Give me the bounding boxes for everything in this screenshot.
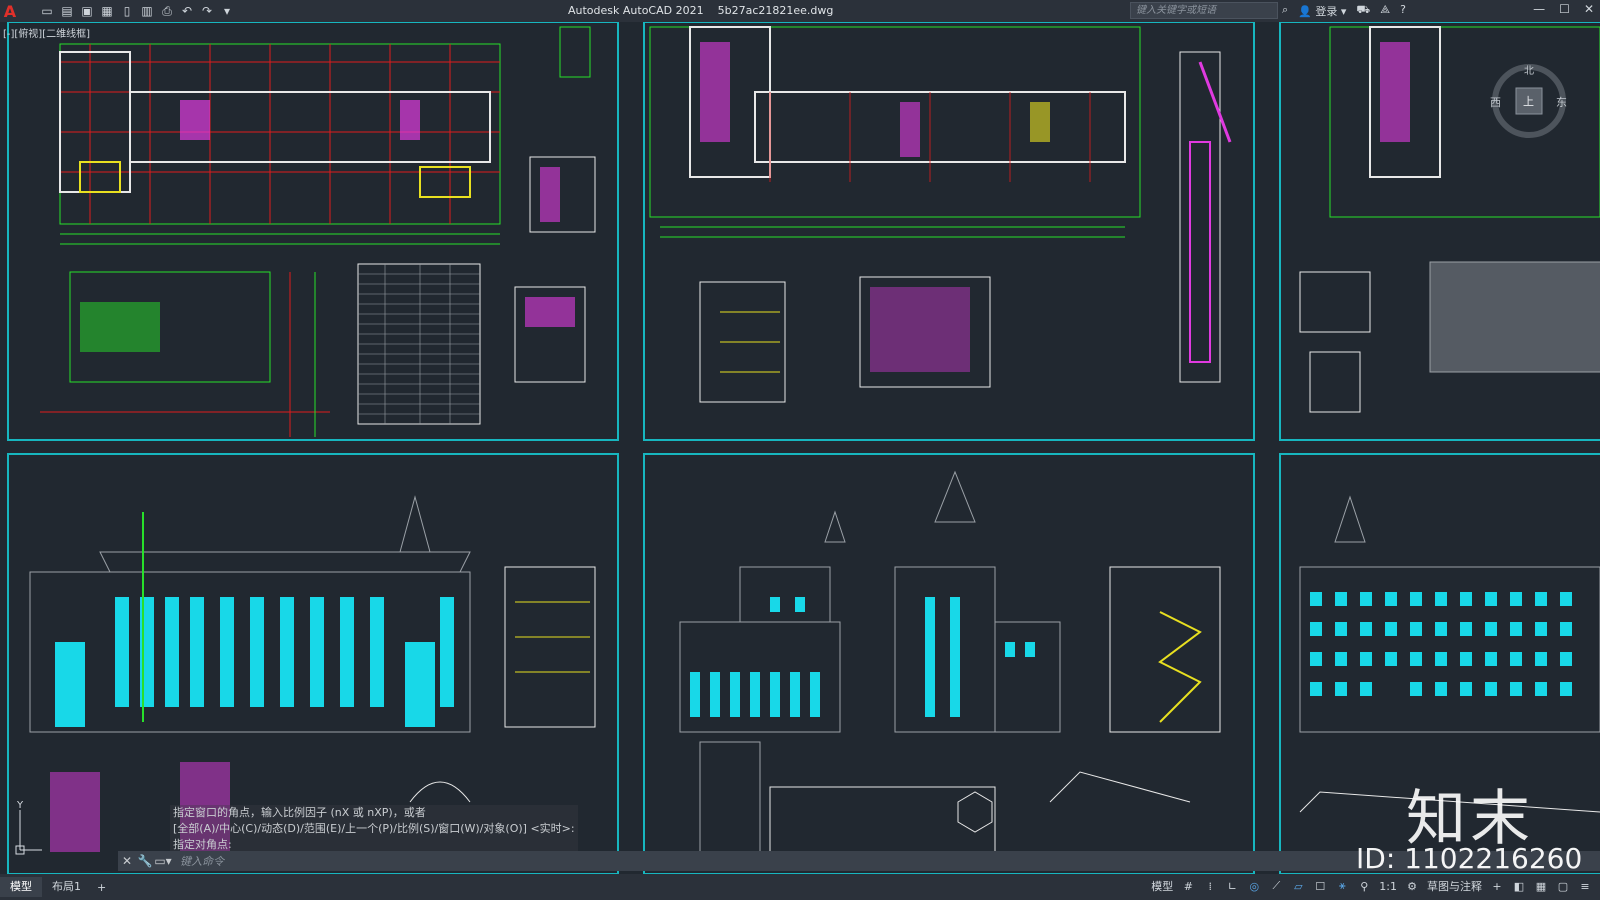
svg-text:Y: Y (16, 800, 24, 811)
redo-icon[interactable]: ↷ (200, 4, 214, 19)
user-login[interactable]: 👤 登录 ▾ (1298, 3, 1346, 19)
login-label: 登录 (1315, 5, 1338, 18)
history-line: 指定窗口的角点，输入比例因子 (nX 或 nXP)，或者 (170, 805, 578, 821)
ucs-icon: Y (14, 800, 44, 864)
hardware-accel-icon[interactable]: ▦ (1534, 880, 1548, 893)
undo-icon[interactable]: ↶ (180, 4, 194, 19)
toilet-details-1 (514, 26, 596, 383)
viewcube-north[interactable]: 北 (1524, 62, 1534, 77)
minimize-icon[interactable]: — (1533, 2, 1545, 16)
title-right-tools: ⌕ 👤 登录 ▾ ⛟ ⟁ ? (1282, 3, 1406, 19)
watermark-id: ID: 1102216260 (1356, 842, 1583, 875)
grid-icon[interactable]: # (1181, 880, 1195, 893)
isodraft-icon[interactable]: ⟋ (1269, 879, 1283, 893)
close-icon[interactable]: ✕ (1584, 2, 1594, 16)
viewcube[interactable]: 北 西 东 上 (1490, 62, 1568, 140)
add-layout-button[interactable]: + (91, 881, 112, 894)
cart-icon[interactable]: ⛟ (1356, 3, 1370, 19)
floor-plan-2 (649, 26, 1141, 238)
maximize-icon[interactable]: ☐ (1559, 2, 1570, 16)
publish-icon[interactable]: ▥ (140, 4, 154, 19)
window-controls: — ☐ ✕ (1533, 2, 1594, 16)
tab-layout1[interactable]: 布局1 (42, 877, 91, 897)
sheet-2 (643, 22, 1255, 441)
history-line: [全部(A)/中心(C)/动态(D)/范围(E)/上一个(P)/比例(S)/窗口… (170, 821, 578, 837)
schedule-table (357, 263, 481, 425)
viewcube-west[interactable]: 西 (1490, 94, 1501, 110)
command-history: 指定窗口的角点，输入比例因子 (nX 或 nXP)，或者 [全部(A)/中心(C… (170, 805, 578, 853)
help-icon[interactable]: ? (1400, 3, 1406, 19)
file-name: 5b27ac21821ee.dwg (717, 4, 834, 17)
saveas-icon[interactable]: ▦ (100, 4, 114, 19)
workspace-switch[interactable]: 草图与注释 (1427, 878, 1482, 894)
floor-plan-1 (59, 43, 501, 245)
site-plan (40, 271, 330, 437)
viewcube-east[interactable]: 东 (1556, 94, 1567, 110)
new-icon[interactable]: ▭ (40, 4, 54, 19)
cad-drawing (7, 22, 1600, 874)
quick-access-toolbar: ▭ ▤ ▣ ▦ ▯ ▥ ⎙ ↶ ↷ ▾ (40, 4, 234, 19)
status-tools: 模型 # ⁞ ∟ ◎ ⟋ ▱ ☐ ⚹ ⚲ 1:1 ⚙ 草图与注释 + ◧ ▦ ▢… (1151, 878, 1592, 894)
recent-commands-icon[interactable]: ▭▾ (154, 854, 172, 868)
isolate-icon[interactable]: ◧ (1512, 880, 1526, 893)
title-bar: A ▭ ▤ ▣ ▦ ▯ ▥ ⎙ ↶ ↷ ▾ Autodesk AutoCAD 2… (0, 0, 1600, 22)
status-bar: 模型 布局1 + 模型 # ⁞ ∟ ◎ ⟋ ▱ ☐ ⚹ ⚲ 1:1 ⚙ 草图与注… (0, 874, 1600, 900)
annotation-visibility-icon[interactable]: ⚹ (1335, 879, 1349, 893)
window-title: Autodesk AutoCAD 2021 5b27ac21821ee.dwg (568, 4, 833, 17)
elevation-3 (1299, 495, 1600, 813)
drawing-viewport[interactable]: [-][俯视][二维线框] 北 西 东 上 Y 指定窗口的角点，输入比例因子 (… (0, 22, 1600, 874)
clean-screen-icon[interactable]: ▢ (1556, 880, 1570, 893)
autocad-logo-icon[interactable]: A (0, 0, 20, 22)
print-icon[interactable]: ⎙ (160, 4, 174, 19)
customization-menu-icon[interactable]: ≡ (1578, 880, 1592, 893)
dropdown-icon[interactable]: ▾ (220, 4, 234, 19)
a360-icon[interactable]: ⟁ (1380, 3, 1390, 19)
viewport-controls[interactable]: [-][俯视][二维线框] (3, 25, 90, 40)
search-input[interactable]: 键入关键字或短语 (1130, 2, 1278, 19)
search-icon[interactable]: ⌕ (1282, 3, 1288, 19)
viewcube-top[interactable]: 上 (1523, 93, 1534, 109)
plus-icon[interactable]: + (1490, 880, 1504, 893)
elevation-1 (29, 495, 596, 852)
ortho-icon[interactable]: ∟ (1225, 880, 1239, 893)
lineweight-icon[interactable]: ☐ (1313, 880, 1327, 893)
plot-preview-icon[interactable]: ▯ (120, 4, 134, 19)
save-icon[interactable]: ▣ (80, 4, 94, 19)
customize-icon[interactable]: 🔧 (136, 854, 154, 868)
app-title: Autodesk AutoCAD 2021 (568, 4, 704, 17)
annotation-scale[interactable]: 1:1 (1379, 880, 1397, 893)
sheet-1 (7, 22, 619, 441)
snap-icon[interactable]: ⁞ (1203, 880, 1217, 893)
annotation-scale-icon[interactable]: ⚲ (1357, 880, 1371, 893)
polar-icon[interactable]: ◎ (1247, 880, 1261, 893)
command-input[interactable]: 键入命令 (180, 853, 224, 869)
elevation-2 (679, 470, 1221, 863)
gear-icon[interactable]: ⚙ (1405, 880, 1419, 893)
tab-model[interactable]: 模型 (0, 877, 42, 897)
osnap-icon[interactable]: ▱ (1291, 880, 1305, 893)
open-icon[interactable]: ▤ (60, 4, 74, 19)
model-space-toggle[interactable]: 模型 (1151, 878, 1173, 894)
close-command-icon[interactable]: ✕ (118, 854, 136, 868)
